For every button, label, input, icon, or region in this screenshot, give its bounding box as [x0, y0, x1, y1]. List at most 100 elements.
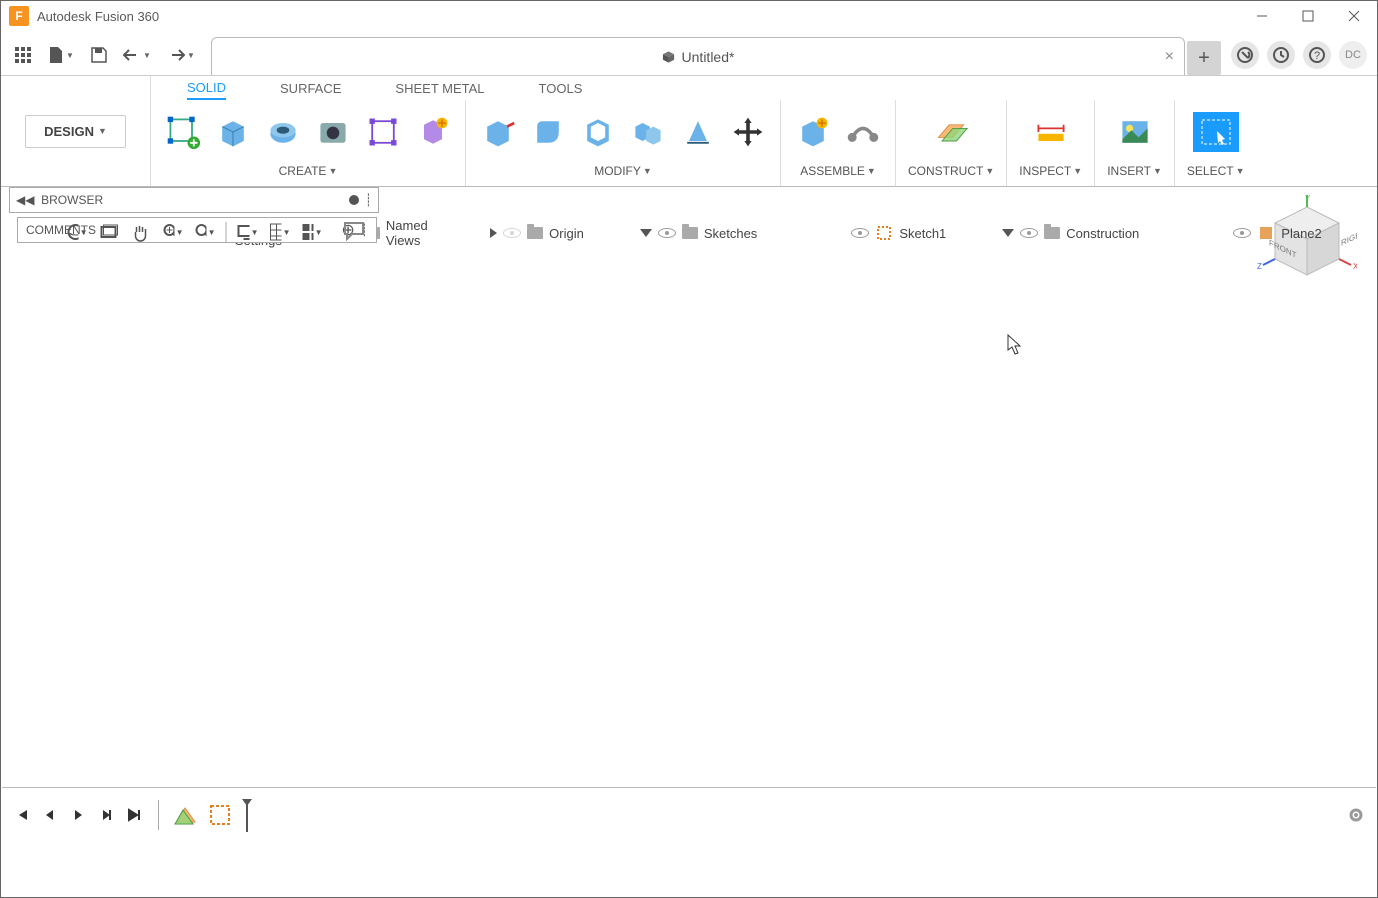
ribbon: DESIGN▼ SOLID SURFACE SHEET METAL TOOLS … — [1, 75, 1377, 187]
tree-item-label: Construction — [1066, 226, 1139, 241]
ribbon-tabs: SOLID SURFACE SHEET METAL TOOLS — [151, 76, 1377, 100]
document-tab-title: Untitled* — [682, 49, 735, 65]
plane-icon — [1257, 224, 1275, 242]
tree-item-origin[interactable]: Origin — [440, 219, 584, 247]
visibility-icon[interactable] — [1233, 228, 1251, 238]
fit-tool[interactable]: ▼ — [194, 221, 216, 243]
timeline-play-button[interactable] — [68, 805, 88, 825]
maximize-button[interactable] — [1285, 1, 1331, 31]
help-button[interactable]: ? — [1303, 41, 1331, 69]
zoom-tool[interactable]: ▼ — [162, 221, 184, 243]
browser-panel-title: BROWSER — [41, 193, 103, 207]
document-icon — [662, 50, 676, 64]
svg-text:Y: Y — [1305, 194, 1311, 203]
select-tool[interactable] — [1193, 112, 1239, 152]
svg-text:X: X — [1353, 262, 1357, 271]
construct-plane-tool[interactable] — [931, 112, 971, 152]
timeline-end-button[interactable] — [124, 805, 144, 825]
tree-item-plane2[interactable]: Plane2 — [1145, 219, 1321, 247]
close-button[interactable] — [1331, 1, 1377, 31]
look-at-tool[interactable] — [98, 221, 120, 243]
new-tab-button[interactable]: + — [1187, 41, 1221, 75]
tree-item-construction[interactable]: Construction — [952, 219, 1139, 247]
visibility-icon[interactable] — [1020, 228, 1038, 238]
panel-dot-icon[interactable] — [349, 195, 359, 205]
user-avatar[interactable]: DC — [1339, 41, 1367, 69]
joint-tool[interactable] — [843, 112, 883, 152]
undo-button[interactable]: ▼ — [117, 41, 157, 69]
timeline-feature-sketch[interactable] — [173, 802, 199, 828]
combine-tool[interactable] — [628, 112, 668, 152]
orbit-tool[interactable]: ▼ — [66, 221, 88, 243]
grid-settings-tool[interactable]: ▼ — [269, 221, 291, 243]
timeline-feature-plane[interactable] — [207, 802, 233, 828]
group-assemble: ASSEMBLE▼ — [781, 100, 896, 186]
svg-text:?: ? — [1314, 50, 1320, 62]
minimize-button[interactable] — [1239, 1, 1285, 31]
redo-button[interactable]: ▼ — [161, 41, 201, 69]
draft-tool[interactable] — [678, 112, 718, 152]
close-tab-button[interactable]: × — [1165, 48, 1174, 66]
folder-icon — [1044, 227, 1060, 239]
tree-item-sketch1[interactable]: Sketch1 — [763, 219, 946, 247]
hole-tool[interactable] — [313, 112, 353, 152]
pan-tool[interactable] — [130, 221, 152, 243]
move-tool[interactable] — [728, 112, 768, 152]
insert-tool[interactable] — [1115, 112, 1155, 152]
visibility-icon[interactable] — [851, 228, 869, 238]
press-pull-tool[interactable] — [478, 112, 518, 152]
tree-item-sketches[interactable]: Sketches — [590, 219, 757, 247]
new-component-tool[interactable] — [793, 112, 833, 152]
display-settings-tool[interactable]: ▼ — [237, 221, 259, 243]
workspace-switcher[interactable]: DESIGN▼ — [25, 115, 126, 148]
feedback-icon[interactable] — [343, 221, 365, 241]
extensions-button[interactable] — [1231, 41, 1259, 69]
tree-item-label: Origin — [549, 226, 584, 241]
visibility-icon[interactable] — [658, 228, 676, 238]
tab-surface[interactable]: SURFACE — [280, 76, 341, 100]
save-button[interactable] — [85, 41, 113, 69]
timeline-step-back-button[interactable] — [40, 805, 60, 825]
file-menu-button[interactable]: ▼ — [41, 41, 81, 69]
job-status-button[interactable] — [1267, 41, 1295, 69]
document-tabs: Untitled* × + — [211, 31, 1221, 75]
svg-text:RIGHT: RIGHT — [1341, 226, 1357, 248]
timeline — [2, 787, 1376, 841]
tab-tools[interactable]: TOOLS — [539, 76, 583, 100]
svg-text:Z: Z — [1257, 262, 1262, 271]
quick-access-row: ▼ ▼ ▼ Untitled* × + ? DC — [1, 31, 1377, 75]
browser-panel: ◀◀ BROWSER ┊ (Unsaved) Document Settings… — [9, 187, 379, 247]
title-bar: F Autodesk Fusion 360 — [1, 1, 1377, 31]
timeline-step-fwd-button[interactable] — [96, 805, 116, 825]
tab-solid[interactable]: SOLID — [187, 76, 226, 100]
tab-sheet-metal[interactable]: SHEET METAL — [395, 76, 484, 100]
collapse-icon[interactable]: ◀◀ — [16, 193, 34, 207]
extrude-tool[interactable] — [213, 112, 253, 152]
expand-icon[interactable] — [1002, 229, 1014, 237]
document-tab[interactable]: Untitled* × — [211, 37, 1185, 75]
expand-icon[interactable] — [490, 228, 497, 238]
derive-tool[interactable] — [413, 112, 453, 152]
timeline-start-button[interactable] — [12, 805, 32, 825]
shell-tool[interactable] — [578, 112, 618, 152]
group-select: SELECT▼ — [1175, 100, 1257, 186]
create-sketch-tool[interactable] — [163, 112, 203, 152]
sketch-icon — [875, 224, 893, 242]
timeline-marker[interactable] — [241, 798, 253, 832]
timeline-settings-button[interactable] — [1346, 805, 1366, 825]
data-panel-button[interactable] — [9, 41, 37, 69]
browser-panel-header[interactable]: ◀◀ BROWSER ┊ — [9, 187, 379, 213]
expand-icon[interactable] — [640, 229, 652, 237]
folder-icon — [527, 227, 543, 239]
visibility-icon[interactable] — [503, 228, 521, 238]
tree-item-label: Sketch1 — [899, 226, 946, 241]
tree-item-label: Sketches — [704, 226, 757, 241]
revolve-tool[interactable] — [263, 112, 303, 152]
folder-icon — [682, 227, 698, 239]
measure-tool[interactable] — [1031, 112, 1071, 152]
panel-grip-icon[interactable]: ┊ — [365, 193, 372, 207]
fillet-tool[interactable] — [528, 112, 568, 152]
group-insert: INSERT▼ — [1095, 100, 1175, 186]
viewport-layout-tool[interactable]: ▼ — [301, 221, 323, 243]
form-tool[interactable] — [363, 112, 403, 152]
